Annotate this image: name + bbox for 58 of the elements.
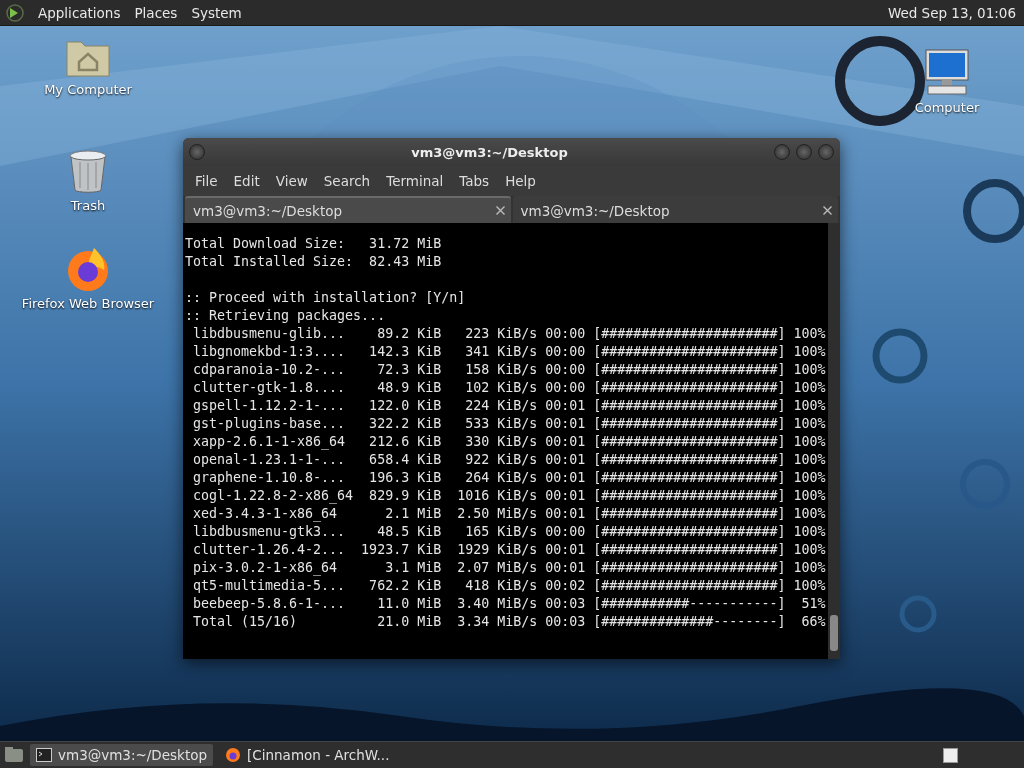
close-button[interactable] <box>818 144 834 160</box>
menu-item[interactable]: Tabs <box>451 173 498 189</box>
terminal-line: Total Installed Size: 82.43 MiB <box>185 253 442 271</box>
menu-item[interactable]: File <box>187 173 226 189</box>
terminal-line: qt5-multimedia-5... 762.2 KiB 418 KiB/s 00:02 [######################] 100% <box>192 577 826 595</box>
terminal-icon <box>36 748 52 762</box>
monitor-icon <box>922 48 972 96</box>
terminal-line: libgnomekbd-1:3.... 142.3 KiB 341 KiB/s 00:00 [######################] 100% <box>192 343 826 361</box>
flame-globe-icon <box>225 747 242 763</box>
menu-item[interactable]: Search <box>315 173 379 189</box>
terminal-line: :: Retrieving packages... <box>185 307 386 325</box>
window-title: vm3@vm3:~/Desktop <box>410 144 569 160</box>
terminal-line: cdparanoia-10.2-... 72.3 KiB 158 KiB/s 00:00 [######################] 100% <box>192 361 826 379</box>
maximize-button[interactable] <box>796 144 812 160</box>
terminal-line: clutter-1.26.4-2... 1923.7 KiB 1929 KiB/s 00:01 [######################] 100% <box>192 541 826 559</box>
terminal-line: Total Download Size: 31.72 MiB <box>185 235 442 253</box>
desktop-icon-label[interactable]: Trash <box>70 198 106 213</box>
terminal-line: gspell-1.12.2-1-... 122.0 KiB 224 KiB/s 00:01 [######################] 100% <box>192 397 826 415</box>
terminal-line: clutter-gtk-1.8.... 48.9 KiB 102 KiB/s 00:00 [######################] 100% <box>192 379 826 397</box>
clock[interactable]: Wed Sep 13, 01:06 <box>887 4 1016 21</box>
desktop-icon-label[interactable]: Firefox Web Browser <box>21 296 155 311</box>
menu-logo-icon[interactable] <box>6 3 24 22</box>
menu-item[interactable]: View <box>267 173 316 189</box>
terminal-line: cogl-1.22.8-2-x86_64 829.9 KiB 1016 KiB/s 00:01 [######################] 100% <box>192 487 826 505</box>
terminal-line: graphene-1.10.8-... 196.3 KiB 264 KiB/s 00:01 [######################] 100% <box>192 469 826 487</box>
panel-menu[interactable]: System <box>191 4 242 21</box>
workspace-switcher[interactable] <box>943 747 958 763</box>
taskbar-button[interactable]: [Cinnamon - ArchW... <box>219 744 396 766</box>
panel-menu[interactable]: Places <box>134 4 178 21</box>
terminal-line: openal-1.23.1-1-... 658.4 KiB 922 KiB/s 00:01 [######################] 100% <box>192 451 826 469</box>
terminal-tab[interactable]: vm3@vm3:~/Desktop <box>512 196 838 223</box>
terminal-line: xapp-2.6.1-1-x86_64 212.6 KiB 330 KiB/s 00:01 [######################] 100% <box>192 433 826 451</box>
terminal-line: xed-3.4.3-1-x86_64 2.1 MiB 2.50 MiB/s 00:01 [######################] 100% <box>192 505 826 523</box>
panel-menu[interactable]: Applications <box>38 4 121 21</box>
minimize-button[interactable] <box>774 144 790 160</box>
menu-item[interactable]: Edit <box>225 173 268 189</box>
task-label: [Cinnamon - ArchW... <box>247 747 390 763</box>
task-label: vm3@vm3:~/Desktop <box>58 747 208 763</box>
tab-label: vm3@vm3:~/Desktop <box>520 202 671 219</box>
menu-item[interactable]: Terminal <box>378 173 452 189</box>
terminal-tab[interactable]: vm3@vm3:~/Desktop <box>185 196 511 223</box>
terminal-line: beebeep-5.8.6-1-... 11.0 MiB 3.40 MiB/s 00:03 [###########-----------] 51% <box>192 595 826 613</box>
terminal-line: :: Proceed with installation? [Y/n] <box>185 289 466 307</box>
terminal-line: libdbusmenu-gtk3... 48.5 KiB 165 KiB/s 00:00 [######################] 100% <box>192 523 826 541</box>
taskbar-button[interactable]: vm3@vm3:~/Desktop <box>30 744 214 766</box>
terminal-line: Total (15/16) 21.0 MiB 3.34 MiB/s 00:03 [##############--------] 66% <box>192 613 826 631</box>
terminal-line: libdbusmenu-glib... 89.2 KiB 223 KiB/s 00:00 [######################] 100% <box>192 325 826 343</box>
home-folder-icon <box>65 38 111 78</box>
show-desktop-icon[interactable] <box>4 746 24 764</box>
window-menu-button[interactable] <box>189 144 205 160</box>
close-icon[interactable] <box>495 206 505 215</box>
menu-item[interactable]: Help <box>497 173 544 189</box>
trash-icon <box>68 148 108 194</box>
terminal-line: gst-plugins-base... 322.2 KiB 533 KiB/s 00:01 [######################] 100% <box>192 415 826 433</box>
terminal-line: pix-3.0.2-1-x86_64 3.1 MiB 2.07 MiB/s 00:01 [######################] 100% <box>192 559 826 577</box>
scrollbar[interactable] <box>828 223 840 659</box>
close-icon[interactable] <box>823 206 832 215</box>
tab-label: vm3@vm3:~/Desktop <box>193 202 344 219</box>
